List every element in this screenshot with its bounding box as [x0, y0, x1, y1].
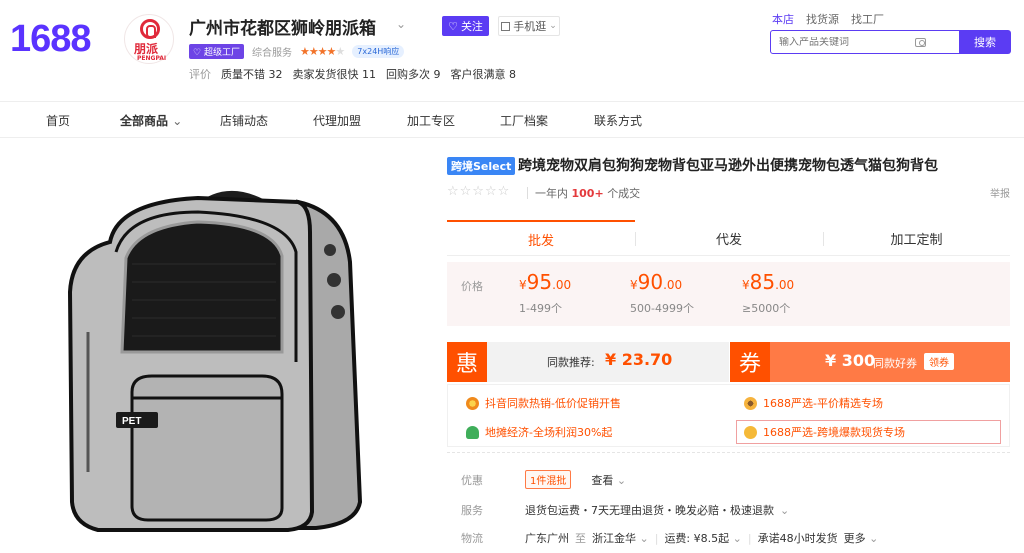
- chevron-down-icon: ⌄: [732, 532, 742, 545]
- price-tier: ¥85.00 ≥5000个: [742, 270, 795, 315]
- chevron-down-icon[interactable]: ⌄: [780, 504, 789, 517]
- nav-contact[interactable]: 联系方式: [594, 112, 642, 129]
- sales-count: 100+: [571, 187, 604, 200]
- search-input[interactable]: [779, 36, 909, 48]
- view-discount-link[interactable]: 查看 ⌄: [591, 472, 626, 488]
- price-tier: ¥90.00 500-4999个: [630, 270, 694, 315]
- logistics-from: 广东广州: [525, 532, 569, 545]
- scope-tab-shop[interactable]: 本店: [772, 11, 794, 27]
- qrcode-icon: [501, 21, 511, 31]
- follow-label: 关注: [460, 20, 483, 33]
- search-box: [770, 30, 960, 54]
- super-factory-badge: ♡ 超级工厂: [189, 44, 244, 59]
- promo-item[interactable]: 地摊经济-全场利润30%起: [466, 424, 612, 440]
- purchase-mode-tabs: 批发 代发 加工定制: [447, 220, 1010, 256]
- scope-tab-factory[interactable]: 找工厂: [851, 11, 884, 27]
- bear-icon: [744, 425, 757, 439]
- chevron-down-icon: ⌄: [639, 532, 649, 545]
- response-24h-badge: 7x24H响应: [352, 45, 405, 58]
- product-image[interactable]: PET: [48, 172, 408, 547]
- chevron-down-icon: ⌄: [172, 114, 183, 128]
- quan-mark: 券: [730, 342, 770, 382]
- promo-item[interactable]: 抖音同款热销-低价促销开售: [466, 395, 621, 411]
- tree-icon: [466, 425, 479, 439]
- price-tier: ¥95.00 1-499个: [519, 270, 572, 315]
- service-text: 退货包运费・7天无理由退货・晚发必赔・极速退款: [525, 504, 774, 517]
- logistics-destination[interactable]: 浙江金华 ⌄: [592, 530, 649, 546]
- nav-processing[interactable]: 加工专区: [407, 112, 455, 129]
- deal-bar: 惠 同款推荐: ¥ 23.70 券 ¥ 300 同款好券 领券: [447, 342, 1010, 382]
- service-stars-icon: ★★★★★: [299, 45, 345, 58]
- rating-label: 评价: [189, 68, 211, 81]
- shop-nav: 首页 全部商品 ⌄ 店铺动态 代理加盟 加工专区 工厂档案 联系方式: [0, 101, 1024, 138]
- nav-shop-news[interactable]: 店铺动态: [220, 112, 268, 129]
- service-score-label: 综合服务: [251, 48, 292, 59]
- more-link[interactable]: 更多 ⌄: [844, 530, 879, 546]
- camera-icon[interactable]: [915, 37, 926, 47]
- search-button[interactable]: 搜索: [959, 30, 1011, 54]
- select-badge: 跨境Select: [447, 157, 516, 175]
- sunflower-icon: [744, 396, 757, 410]
- shipping-promise: 承诺48小时发货: [757, 532, 838, 545]
- nav-factory-profile[interactable]: 工厂档案: [500, 112, 548, 129]
- heart-icon: ♡: [448, 19, 458, 33]
- logistics-row: 物流 广东广州 至 浙江金华 ⌄ | 运费: ¥8.5起 ⌄ | 承诺48小时发…: [461, 530, 879, 546]
- nav-home[interactable]: 首页: [46, 112, 70, 129]
- follow-button[interactable]: ♡ 关注: [442, 16, 489, 36]
- shop-badges: ♡ 超级工厂 综合服务 ★★★★★ 7x24H响应: [189, 44, 405, 59]
- rating-tag[interactable]: 客户很满意 8: [451, 66, 517, 82]
- hui-text: 同款推荐:: [547, 356, 595, 369]
- coupon-text: 同款好券: [873, 357, 917, 370]
- rating-tag[interactable]: 卖家发货很快 11: [293, 66, 377, 82]
- hui-mark: 惠: [447, 342, 487, 382]
- report-link[interactable]: 举报: [990, 185, 1010, 200]
- discount-row: 优惠 1件混批 查看 ⌄: [461, 470, 626, 489]
- mobile-label: 手机逛: [513, 20, 547, 33]
- hui-value: ¥ 23.70: [605, 350, 673, 369]
- promo-item[interactable]: 1688严选-跨境爆款现货专场: [744, 424, 905, 440]
- nav-all-products[interactable]: 全部商品 ⌄: [120, 112, 182, 129]
- scope-tab-source[interactable]: 找货源: [806, 11, 839, 27]
- promo-item[interactable]: 1688严选-平价精选专场: [744, 395, 883, 411]
- price-tiers: 价格 ¥95.00 1-499个 ¥90.00 500-4999个 ¥85.00…: [447, 262, 1010, 326]
- search-scope-tabs: 本店 找货源 找工厂: [772, 11, 884, 27]
- rating-row: 评价 质量不错 32 卖家发货很快 11 回购多次 9 客户很满意 8: [189, 66, 516, 82]
- chevron-down-icon: ⌄: [549, 21, 557, 31]
- pengpai-mark-icon: [140, 19, 160, 39]
- nav-agency[interactable]: 代理加盟: [313, 112, 361, 129]
- similar-recommend[interactable]: 惠 同款推荐: ¥ 23.70: [447, 342, 729, 382]
- claim-coupon-button[interactable]: 领券: [924, 353, 954, 370]
- flower-icon: [466, 396, 479, 410]
- site-logo[interactable]: 1688: [10, 18, 92, 61]
- product-title: 跨境宠物双肩包狗狗宠物背包亚马逊外出便携宠物包透气猫包狗背包: [518, 158, 938, 174]
- chevron-down-icon[interactable]: ⌄: [396, 17, 406, 31]
- divider: [527, 187, 528, 199]
- mixed-batch-chip: 1件混批: [525, 470, 572, 489]
- pet-label: PET: [122, 416, 141, 427]
- tab-dropship[interactable]: 代发: [635, 220, 823, 256]
- tab-wholesale[interactable]: 批发: [447, 220, 635, 256]
- shop-name[interactable]: 广州市花都区狮岭朋派箱: [189, 14, 376, 39]
- shop-logo-en: PENGPAI: [137, 55, 167, 62]
- service-row: 服务 退货包运费・7天无理由退货・晚发必赔・极速退款 ⌄: [461, 503, 790, 518]
- rating-stars-icon: ☆☆☆☆☆: [447, 184, 511, 199]
- coupon-value: ¥ 300: [825, 351, 876, 370]
- rating-tag[interactable]: 回购多次 9: [386, 66, 441, 82]
- chevron-down-icon: ⌄: [616, 473, 627, 487]
- sales-summary: 一年内 100+ 个成交: [535, 187, 641, 200]
- tab-customize[interactable]: 加工定制: [823, 220, 1010, 256]
- shipping-fee: 运费: ¥8.5起 ⌄: [664, 532, 742, 545]
- rating-tag[interactable]: 质量不错 32: [221, 66, 283, 82]
- shop-logo[interactable]: 朋派 PENGPAI: [124, 14, 174, 64]
- promo-list: 抖音同款热销-低价促销开售 1688严选-平价精选专场 地摊经济-全场利润30%…: [447, 384, 1010, 447]
- logistics-to-word: 至: [575, 532, 586, 545]
- divider: [447, 452, 1010, 453]
- price-label: 价格: [461, 280, 483, 293]
- mobile-browse-button[interactable]: 手机逛 ⌄: [498, 16, 560, 36]
- coupon-panel: 券 ¥ 300 同款好券 领券: [730, 342, 1010, 382]
- chevron-down-icon: ⌄: [869, 532, 879, 545]
